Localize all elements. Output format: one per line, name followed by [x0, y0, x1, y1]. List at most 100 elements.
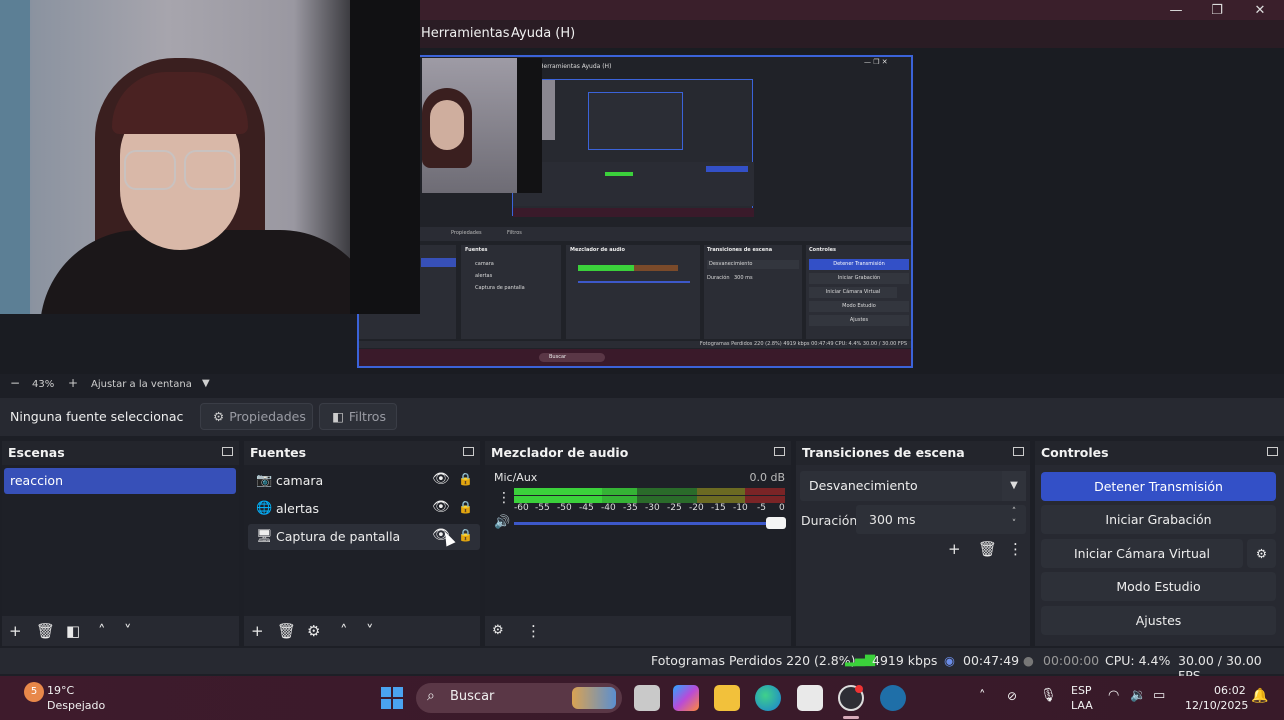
meter-red-dim [745, 496, 785, 503]
nested-btn5: Ajustes [809, 315, 909, 326]
volume-slider-handle[interactable] [766, 517, 786, 529]
meter-row-bottom [514, 496, 785, 503]
sources-header: Fuentes [244, 441, 480, 465]
chevron-down-icon[interactable]: ˅ [124, 623, 132, 639]
file-explorer-icon[interactable] [714, 685, 740, 711]
wifi-icon[interactable]: ◠ [1108, 688, 1119, 703]
undock-icon[interactable] [1267, 447, 1278, 456]
source-label: alertas [276, 501, 320, 516]
nested-webcam-jacket [517, 58, 542, 193]
source-row[interactable]: 📷 camara 👁 🔒 [248, 468, 480, 494]
speaker-icon[interactable]: 🔊 [494, 515, 510, 531]
nested-src2: alertas [475, 273, 493, 279]
menu-tools[interactable]: Herramientas [421, 26, 510, 41]
task-view-icon[interactable] [634, 685, 660, 711]
store-icon[interactable] [797, 685, 823, 711]
undock-icon[interactable] [1013, 447, 1024, 456]
settings-button[interactable]: Ajustes [1041, 606, 1276, 635]
undock-icon[interactable] [222, 447, 233, 456]
trash-icon[interactable]: 🗑 [36, 623, 55, 639]
windows-start-icon[interactable] [381, 687, 403, 709]
channel-name: Mic/Aux [494, 471, 538, 484]
nested-filters: Filtros [507, 230, 522, 236]
trash-icon[interactable]: 🗑 [277, 623, 296, 639]
transition-select[interactable]: Desvanecimiento ▼ [800, 471, 1026, 501]
copilot-icon[interactable] [673, 685, 699, 711]
kebab-menu-icon[interactable]: ⋮ [497, 490, 511, 506]
edge-icon[interactable] [755, 685, 781, 711]
undock-icon[interactable] [774, 447, 785, 456]
language-top[interactable]: ESP [1071, 684, 1092, 697]
add-icon[interactable]: + [251, 623, 264, 639]
no-source-label: Ninguna fuente seleccionac [10, 409, 184, 424]
filter-icon[interactable]: ◧ [66, 623, 80, 639]
tick-label: -30 [645, 503, 660, 513]
start-virtual-camera-button[interactable]: Iniciar Cámara Virtual [1041, 539, 1243, 568]
gear-icon[interactable]: ⚙ [307, 623, 320, 639]
minimize-button[interactable]: — [1155, 0, 1197, 20]
nested-btn3: Iniciar Cámara Virtual [809, 287, 897, 298]
maximize-button[interactable]: ❐ [1196, 0, 1238, 20]
webcam-jacket [350, 0, 420, 314]
weather-icon[interactable]: 5 [24, 682, 44, 702]
language-bottom[interactable]: LAA [1071, 699, 1093, 712]
trash-icon[interactable]: 🗑 [978, 541, 997, 557]
nested-controls-title: Controles [809, 247, 837, 253]
start-recording-button[interactable]: Iniciar Grabación [1041, 505, 1276, 534]
duration-field[interactable]: 300 ms ˄ ˅ [856, 505, 1026, 534]
chevron-down-icon[interactable]: ˅ [366, 623, 374, 639]
scene-item[interactable]: reaccion [4, 468, 236, 494]
mixer-title: Mezclador de audio [491, 445, 629, 460]
clock-time[interactable]: 06:02 [1214, 684, 1246, 697]
zoom-dropdown-icon[interactable]: ▼ [202, 378, 210, 389]
eye-icon[interactable]: 👁 [432, 471, 450, 487]
nested-meter-green [578, 265, 634, 271]
source-row[interactable]: 🌐 alertas 👁 🔒 [248, 496, 480, 522]
chevron-up-icon[interactable]: ˄ [340, 623, 348, 639]
meter-row-top [514, 488, 785, 495]
filters-button[interactable]: ◧ Filtros [319, 403, 397, 430]
eye-icon[interactable]: 👁 [432, 499, 450, 515]
tick-label: -55 [535, 503, 550, 513]
undock-icon[interactable] [463, 447, 474, 456]
chevron-up-icon[interactable]: ˄ [98, 623, 106, 639]
advanced-audio-icon[interactable]: ⚙ [492, 623, 504, 639]
lock-icon[interactable]: 🔒 [458, 500, 473, 514]
add-icon[interactable]: + [948, 541, 961, 557]
volume-icon[interactable]: 🔉 [1130, 688, 1146, 703]
chevron-up-icon[interactable]: ˄ [979, 689, 986, 704]
properties-button[interactable]: ⚙ Propiedades [200, 403, 313, 430]
stop-stream-button[interactable]: Detener Transmisión [1041, 472, 1276, 501]
settings-label: Ajustes [1135, 613, 1182, 628]
zoom-in-button[interactable]: + [68, 376, 78, 390]
close-button[interactable]: ✕ [1239, 0, 1281, 20]
virtual-camera-settings-button[interactable]: ⚙ [1247, 539, 1276, 568]
notification-bell-icon[interactable]: 🔔 [1251, 688, 1268, 704]
zoom-out-button[interactable]: − [10, 376, 20, 390]
nested-webcam-overlay [422, 58, 542, 193]
kebab-menu-icon[interactable]: ⋮ [526, 623, 541, 639]
microphone-icon[interactable]: 🎙 [1040, 688, 1057, 703]
transitions-title: Transiciones de escena [802, 445, 965, 460]
no-wifi-icon[interactable]: ⊘ [1007, 689, 1017, 703]
maximize-icon: ❐ [1211, 2, 1223, 18]
menu-help[interactable]: Ayuda (H) [511, 26, 575, 41]
taskbar-search[interactable]: ⌕ Buscar [416, 683, 622, 713]
tick-label: -45 [579, 503, 594, 513]
clock-date[interactable]: 12/10/2025 [1185, 699, 1248, 712]
preview-canvas[interactable]: Herramientas Ayuda (H) — ❐ ✕ Propiedades… [357, 55, 913, 368]
camera-icon: 📷 [256, 473, 273, 488]
nested-src1: camara [475, 261, 494, 267]
kebab-menu-icon[interactable]: ⋮ [1008, 541, 1023, 557]
battery-icon[interactable]: ▭ [1153, 688, 1165, 703]
duration-stepper[interactable]: ˄ ˅ [1004, 506, 1024, 533]
steam-icon[interactable] [880, 685, 906, 711]
lock-icon[interactable]: 🔒 [458, 472, 473, 486]
scene-label: reaccion [10, 473, 64, 488]
webcam-glasses-right [184, 150, 236, 190]
controls-header: Controles [1035, 441, 1284, 465]
studio-mode-button[interactable]: Modo Estudio [1041, 572, 1276, 601]
volume-slider-track[interactable] [514, 522, 776, 525]
lock-icon[interactable]: 🔒 [458, 528, 473, 542]
add-icon[interactable]: + [9, 623, 22, 639]
